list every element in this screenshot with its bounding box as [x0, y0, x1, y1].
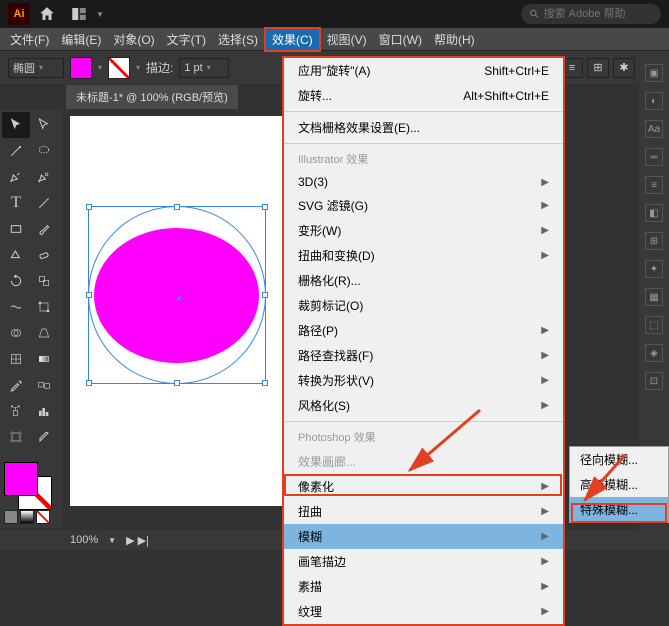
chevron-down-icon[interactable]: ▼: [96, 10, 104, 19]
stroke-weight[interactable]: 1 pt▾: [179, 58, 229, 78]
column-graph-tool[interactable]: [30, 398, 58, 424]
menu-stylize[interactable]: 风格化(S)▶: [284, 393, 563, 418]
menu-gallery: 效果画廊...: [284, 449, 563, 474]
line-tool[interactable]: [30, 190, 58, 216]
menu-pathfinder[interactable]: 路径查找器(F)▶: [284, 343, 563, 368]
menu-edit[interactable]: 编辑(E): [55, 28, 107, 51]
menu-rasterize[interactable]: 栅格化(R)...: [284, 268, 563, 293]
none-mode[interactable]: [36, 510, 50, 524]
symbol-sprayer-tool[interactable]: [2, 398, 30, 424]
menu-sketch[interactable]: 素描▶: [284, 574, 563, 599]
panel-icon[interactable]: ≡: [645, 176, 663, 194]
app-logo: Ai: [8, 3, 30, 25]
panel-icon[interactable]: ⊡: [645, 372, 663, 390]
eyedropper-tool[interactable]: [2, 372, 30, 398]
menu-header-photoshop: Photoshop 效果: [284, 425, 563, 449]
menu-texture[interactable]: 纹理▶: [284, 599, 563, 624]
nav-buttons[interactable]: ▶ ▶|: [126, 534, 149, 547]
menu-file[interactable]: 文件(F): [4, 28, 55, 51]
artboard-tool[interactable]: [2, 424, 30, 450]
submenu-gauss[interactable]: 高斯模糊...: [570, 472, 668, 497]
menu-blur[interactable]: 模糊▶: [284, 524, 563, 549]
menu-help[interactable]: 帮助(H): [428, 28, 481, 51]
lasso-tool[interactable]: [30, 138, 58, 164]
panel-icon[interactable]: Aa: [645, 120, 663, 138]
menu-warp[interactable]: 变形(W)▶: [284, 218, 563, 243]
rotate-tool[interactable]: [2, 268, 30, 294]
blend-tool[interactable]: [30, 372, 58, 398]
fill-swatch[interactable]: [70, 57, 92, 79]
free-transform-tool[interactable]: [30, 294, 58, 320]
type-tool[interactable]: T: [2, 190, 30, 216]
menu-crop[interactable]: 裁剪标记(O): [284, 293, 563, 318]
mesh-tool[interactable]: [2, 346, 30, 372]
menu-path[interactable]: 路径(P)▶: [284, 318, 563, 343]
effect-menu: 应用"旋转"(A)Shift+Ctrl+E 旋转...Alt+Shift+Ctr…: [282, 56, 565, 626]
menu-rotate[interactable]: 旋转...Alt+Shift+Ctrl+E: [284, 83, 563, 108]
panel-icon[interactable]: ▦: [645, 288, 663, 306]
rectangle-tool[interactable]: [2, 216, 30, 242]
stroke-swatch[interactable]: [108, 57, 130, 79]
highlight-smart: [571, 503, 667, 523]
width-tool[interactable]: [2, 294, 30, 320]
tools-panel: T: [0, 110, 62, 478]
panel-icon[interactable]: ✦: [645, 260, 663, 278]
magic-wand-tool[interactable]: [2, 138, 30, 164]
fill-color[interactable]: [4, 462, 38, 496]
menu-view[interactable]: 视图(V): [321, 28, 373, 51]
menu-brush[interactable]: 画笔描边▶: [284, 549, 563, 574]
panel-icon[interactable]: ⊞: [645, 232, 663, 250]
menu-apply-last[interactable]: 应用"旋转"(A)Shift+Ctrl+E: [284, 58, 563, 83]
menu-type[interactable]: 文字(T): [161, 28, 212, 51]
shape-dropdown[interactable]: 椭圆▾: [8, 58, 64, 78]
menu-window[interactable]: 窗口(W): [373, 28, 428, 51]
shape-builder-tool[interactable]: [2, 320, 30, 346]
zoom-level[interactable]: 100%: [70, 534, 98, 546]
window-arrange-icon[interactable]: [70, 5, 88, 23]
menu-3d[interactable]: 3D(3)▶: [284, 171, 563, 193]
stroke-label: 描边:: [146, 59, 173, 76]
slice-tool[interactable]: [30, 424, 58, 450]
menu-svg[interactable]: SVG 滤镜(G)▶: [284, 193, 563, 218]
menu-distort2[interactable]: 扭曲▶: [284, 499, 563, 524]
menu-effect[interactable]: 效果(C): [264, 27, 321, 52]
pen-tool[interactable]: [2, 164, 30, 190]
color-mode[interactable]: [4, 510, 18, 524]
color-panel: [0, 458, 62, 528]
gradient-tool[interactable]: [30, 346, 58, 372]
highlight-blur: [284, 474, 562, 496]
canvas[interactable]: ×: [70, 116, 282, 506]
panel-icon[interactable]: ◐: [645, 92, 663, 110]
menu-header-illustrator: Illustrator 效果: [284, 147, 563, 171]
menu-convert[interactable]: 转换为形状(V)▶: [284, 368, 563, 393]
panel-icon[interactable]: ◧: [645, 204, 663, 222]
menu-object[interactable]: 对象(O): [107, 28, 160, 51]
selection-tool[interactable]: [2, 112, 30, 138]
submenu-radial[interactable]: 径向模糊...: [570, 447, 668, 472]
panel-icon[interactable]: ⬚: [645, 316, 663, 334]
search-icon: [529, 8, 540, 20]
home-icon[interactable]: [38, 5, 56, 23]
curvature-tool[interactable]: [30, 164, 58, 190]
perspective-tool[interactable]: [30, 320, 58, 346]
eraser-tool[interactable]: [30, 242, 58, 268]
menu-doc-raster[interactable]: 文档栅格效果设置(E)...: [284, 115, 563, 140]
center-marker: ×: [176, 294, 182, 305]
gradient-mode[interactable]: [20, 510, 34, 524]
paintbrush-tool[interactable]: [30, 216, 58, 242]
setup-icon[interactable]: ✱: [613, 58, 635, 78]
panel-icon[interactable]: ═: [645, 148, 663, 166]
panel-icon[interactable]: ▣: [645, 64, 663, 82]
panel-icon[interactable]: ◈: [645, 344, 663, 362]
menu-distort[interactable]: 扭曲和变换(D)▶: [284, 243, 563, 268]
scale-tool[interactable]: [30, 268, 58, 294]
document-tab[interactable]: 未标题-1* @ 100% (RGB/预览): [66, 85, 238, 109]
search-input[interactable]: [521, 4, 661, 24]
transform-icon[interactable]: ⊞: [587, 58, 609, 78]
shaper-tool[interactable]: [2, 242, 30, 268]
direct-selection-tool[interactable]: [30, 112, 58, 138]
menu-select[interactable]: 选择(S): [212, 28, 264, 51]
menu-bar: 文件(F) 编辑(E) 对象(O) 文字(T) 选择(S) 效果(C) 视图(V…: [0, 28, 669, 50]
